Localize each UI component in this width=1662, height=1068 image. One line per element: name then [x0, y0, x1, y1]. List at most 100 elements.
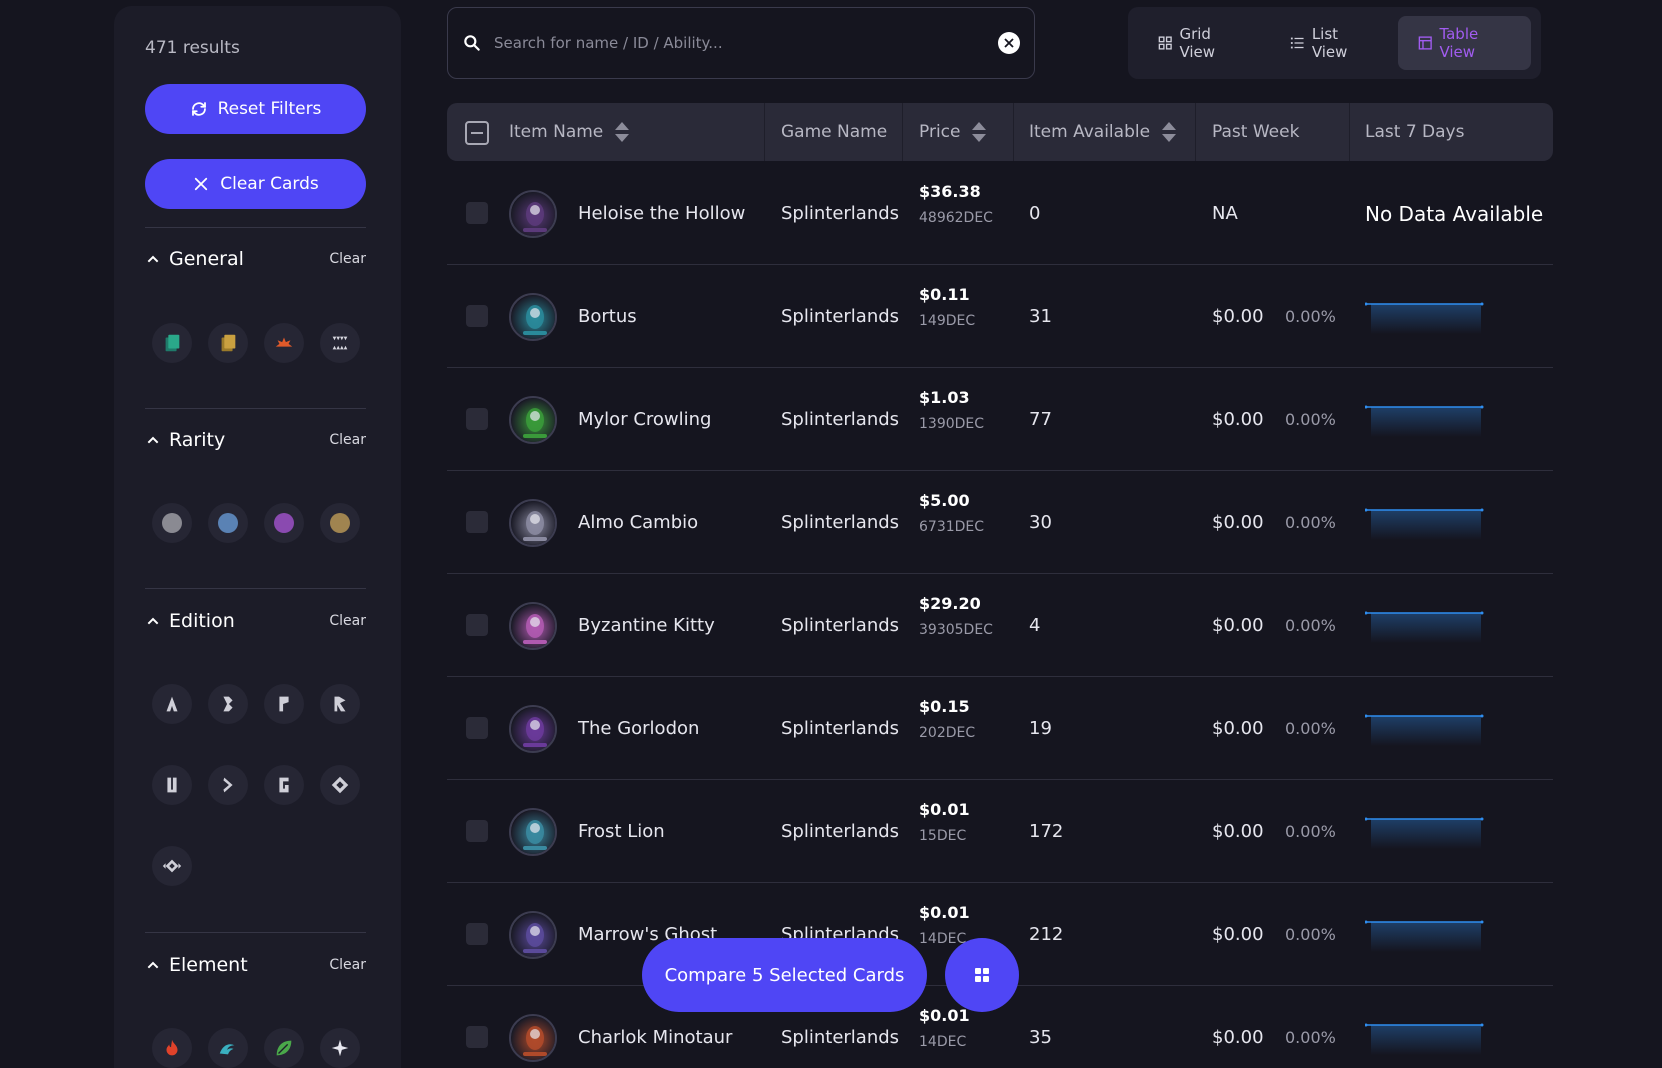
- reset-filters-button[interactable]: Reset Filters: [145, 84, 366, 134]
- item-name[interactable]: The Gorlodon: [578, 677, 699, 780]
- common-rarity-icon[interactable]: [152, 503, 192, 543]
- gladius-icon[interactable]: [264, 765, 304, 805]
- game-name: Splinterlands: [781, 718, 900, 739]
- past-week-value: $0.00: [1212, 306, 1264, 327]
- price-dec: 14DEC: [919, 1034, 967, 1050]
- item-name[interactable]: Frost Lion: [578, 780, 665, 883]
- table-row[interactable]: Byzantine Kitty Splinterlands $29.20 39305D…: [447, 574, 1553, 677]
- legendary-rarity-icon[interactable]: [320, 503, 360, 543]
- card-avatar: [509, 911, 557, 959]
- element-filter-icons: [152, 1028, 360, 1068]
- table-row[interactable]: Frost Lion Splinterlands $0.01 15DEC 172 $0.0…: [447, 780, 1553, 883]
- promo-icon[interactable]: [264, 684, 304, 724]
- column-divider: [1195, 103, 1196, 161]
- table-row[interactable]: Almo Cambio Splinterlands $5.00 6731DEC 30 $0…: [447, 471, 1553, 574]
- row-checkbox[interactable]: [466, 614, 488, 636]
- rare-rarity-icon[interactable]: [208, 503, 248, 543]
- rarity-toggle[interactable]: Rarity: [145, 429, 225, 451]
- row-checkbox[interactable]: [466, 1026, 488, 1048]
- reset-filters-label: Reset Filters: [217, 99, 322, 119]
- green-card-icon[interactable]: [152, 323, 192, 363]
- edition-filter-icons-row2: [152, 765, 360, 805]
- list-view-label: List View: [1311, 25, 1348, 61]
- select-all-checkbox[interactable]: [465, 121, 489, 145]
- edition-clear[interactable]: Clear: [329, 613, 366, 629]
- col-item-available[interactable]: Item Available: [1029, 103, 1177, 161]
- beta-icon[interactable]: [208, 684, 248, 724]
- earth-icon[interactable]: [264, 1028, 304, 1068]
- clear-cards-label: Clear Cards: [220, 174, 319, 194]
- sort-icon: [615, 122, 630, 142]
- card-avatar: [509, 602, 557, 650]
- rarity-clear[interactable]: Clear: [329, 432, 366, 448]
- gold-card-icon[interactable]: [208, 323, 248, 363]
- chaos-icon[interactable]: [320, 765, 360, 805]
- past-week-change: 0.00%: [1285, 822, 1336, 841]
- clear-cards-button[interactable]: Clear Cards: [145, 159, 366, 209]
- reward-icon[interactable]: [320, 684, 360, 724]
- col-price[interactable]: Price: [919, 103, 987, 161]
- edition-toggle[interactable]: Edition: [145, 610, 235, 632]
- fire-icon[interactable]: [152, 1028, 192, 1068]
- compare-grid-button[interactable]: [945, 938, 1019, 1012]
- fire-burst-icon[interactable]: [264, 323, 304, 363]
- element-clear[interactable]: Clear: [329, 957, 366, 973]
- item-name[interactable]: Byzantine Kitty: [578, 574, 715, 677]
- dice-icon[interactable]: [208, 765, 248, 805]
- table-row[interactable]: Heloise the Hollow Splinterlands $36.38 489…: [447, 162, 1553, 265]
- grid-view-button[interactable]: Grid View: [1138, 16, 1264, 70]
- row-checkbox[interactable]: [466, 923, 488, 945]
- item-name[interactable]: Bortus: [578, 265, 637, 368]
- general-toggle[interactable]: General: [145, 248, 244, 270]
- list-view-button[interactable]: List View: [1270, 16, 1392, 70]
- epic-rarity-icon[interactable]: [264, 503, 304, 543]
- life-icon[interactable]: [320, 1028, 360, 1068]
- element-title: Element: [169, 954, 248, 976]
- compare-selected-label: Compare 5 Selected Cards: [664, 964, 905, 986]
- price-cell: $0.11 149DEC: [919, 285, 975, 329]
- general-section-header: General Clear: [145, 248, 366, 270]
- row-checkbox[interactable]: [466, 202, 488, 224]
- price-cell: $0.15 202DEC: [919, 697, 975, 741]
- table-header: Item Name Game Name Price Item Available…: [447, 103, 1553, 161]
- col-price-label: Price: [919, 122, 961, 142]
- sparkline-chart: [1365, 920, 1484, 952]
- table-row[interactable]: Mylor Crowling Splinterlands $1.03 1390DEC 7…: [447, 368, 1553, 471]
- item-available: 35: [1029, 1027, 1052, 1048]
- water-icon[interactable]: [208, 1028, 248, 1068]
- row-checkbox[interactable]: [466, 717, 488, 739]
- rift-icon[interactable]: [152, 846, 192, 886]
- table-view-button[interactable]: Table View: [1397, 16, 1531, 70]
- price-dec: 1390DEC: [919, 416, 985, 432]
- untamed-icon[interactable]: [152, 765, 192, 805]
- past-week-value: NA: [1212, 203, 1238, 224]
- alpha-icon[interactable]: [152, 684, 192, 724]
- row-checkbox[interactable]: [466, 305, 488, 327]
- item-available: 0: [1029, 203, 1041, 224]
- rarity-filter-icons: [152, 503, 360, 543]
- table-row[interactable]: The Gorlodon Splinterlands $0.15 202DEC 19 $0…: [447, 677, 1553, 780]
- compare-selected-button[interactable]: Compare 5 Selected Cards: [642, 938, 927, 1012]
- row-checkbox[interactable]: [466, 511, 488, 533]
- list-icon: [1291, 37, 1304, 49]
- table-row[interactable]: Bortus Splinterlands $0.11 149DEC 31 $0.00 0.0…: [447, 265, 1553, 368]
- element-toggle[interactable]: Element: [145, 954, 248, 976]
- row-checkbox[interactable]: [466, 820, 488, 842]
- clear-search-button[interactable]: [998, 32, 1020, 54]
- col-item-name[interactable]: Item Name: [509, 103, 630, 161]
- item-name[interactable]: Almo Cambio: [578, 471, 698, 574]
- item-name[interactable]: Heloise the Hollow: [578, 162, 745, 265]
- past-week-value: $0.00: [1212, 718, 1264, 739]
- sparkline-chart: [1365, 302, 1484, 334]
- general-clear[interactable]: Clear: [329, 251, 366, 267]
- teeth-icon[interactable]: [320, 323, 360, 363]
- price-cell: $29.20 39305DEC: [919, 594, 993, 638]
- search-input[interactable]: [494, 34, 998, 52]
- item-name[interactable]: Mylor Crowling: [578, 368, 711, 471]
- game-name: Splinterlands: [781, 203, 900, 224]
- col-last-7-days-label: Last 7 Days: [1365, 122, 1465, 142]
- col-last-7-days: Last 7 Days: [1365, 103, 1464, 161]
- rarity-dot: [274, 513, 294, 533]
- price-usd: $0.01: [919, 903, 970, 922]
- row-checkbox[interactable]: [466, 408, 488, 430]
